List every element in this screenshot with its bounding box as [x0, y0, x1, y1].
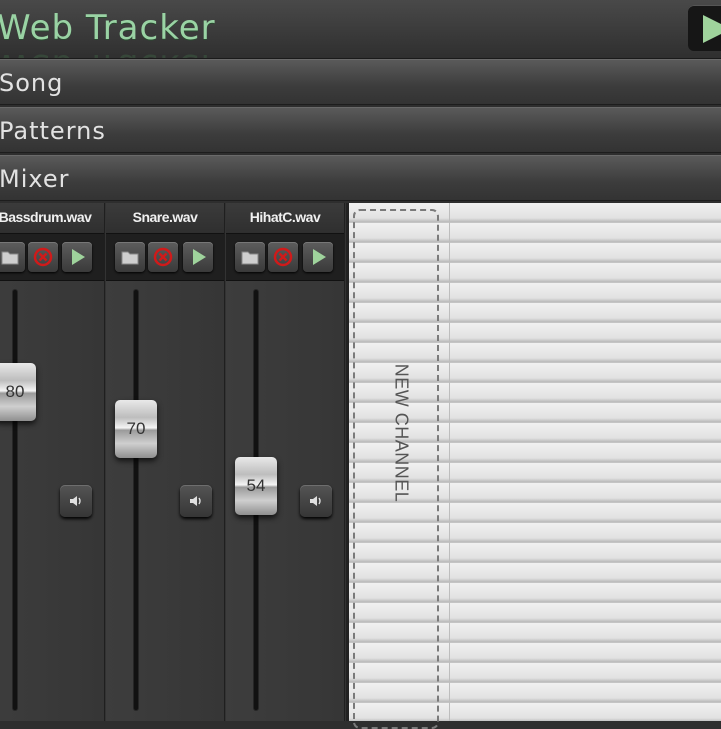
mute-button[interactable] [60, 485, 92, 517]
new-channel-button[interactable]: NEW CHANNEL [353, 209, 439, 729]
open-file-button[interactable] [0, 242, 25, 272]
mixer-channel: HihatC.wav 54 [226, 203, 345, 721]
remove-icon [273, 247, 293, 267]
open-file-button[interactable] [115, 242, 145, 272]
app-title: Web Tracker [0, 8, 216, 48]
folder-icon [1, 251, 19, 265]
remove-channel-button[interactable] [148, 242, 178, 272]
remove-channel-button[interactable] [268, 242, 298, 272]
volume-track [13, 290, 17, 710]
section-song-label: Song [0, 69, 64, 97]
play-sample-button[interactable] [303, 242, 333, 272]
remove-icon [33, 247, 53, 267]
remove-icon [153, 247, 173, 267]
play-icon [72, 249, 85, 265]
remove-channel-button[interactable] [28, 242, 58, 272]
open-file-button[interactable] [235, 242, 265, 272]
speaker-icon [190, 496, 201, 506]
folder-icon [241, 251, 259, 265]
section-patterns[interactable]: Patterns [0, 107, 721, 153]
channel-name: Bassdrum.wav [0, 203, 104, 233]
folder-icon [121, 251, 139, 265]
volume-fader[interactable]: 80 [0, 363, 36, 421]
volume-fader[interactable]: 54 [235, 457, 277, 515]
speaker-icon [70, 496, 81, 506]
pattern-area: NEW CHANNEL [346, 203, 721, 729]
section-patterns-label: Patterns [0, 117, 106, 145]
mute-button[interactable] [180, 485, 212, 517]
volume-track [134, 290, 138, 710]
mute-button[interactable] [300, 485, 332, 517]
section-mixer-label: Mixer [0, 165, 70, 193]
channel-toolbar [226, 233, 344, 281]
play-sample-button[interactable] [62, 242, 92, 272]
mixer-channel: Bassdrum.wav 80 [0, 203, 105, 721]
section-mixer[interactable]: Mixer [0, 155, 721, 201]
mixer-channel: Snare.wav 70 [106, 203, 225, 721]
app-header: Web Tracker Web Tracker [0, 0, 721, 59]
channel-name: Snare.wav [106, 203, 224, 233]
section-song[interactable]: Song [0, 59, 721, 105]
mixer-panel: Bassdrum.wav 80 Snare.wav 70 HihatC.wav … [0, 203, 721, 729]
new-channel-label: NEW CHANNEL [391, 363, 412, 503]
channel-name: HihatC.wav [226, 203, 344, 233]
speaker-icon [310, 496, 321, 506]
channel-toolbar [0, 233, 104, 281]
play-icon [313, 249, 326, 265]
play-icon [703, 15, 721, 43]
app-title-reflection: Web Tracker [0, 46, 216, 58]
main-play-button[interactable] [688, 5, 721, 51]
play-sample-button[interactable] [183, 242, 213, 272]
volume-fader[interactable]: 70 [115, 400, 157, 458]
pattern-divider [449, 203, 450, 721]
channel-toolbar [106, 233, 224, 281]
play-icon [193, 249, 206, 265]
